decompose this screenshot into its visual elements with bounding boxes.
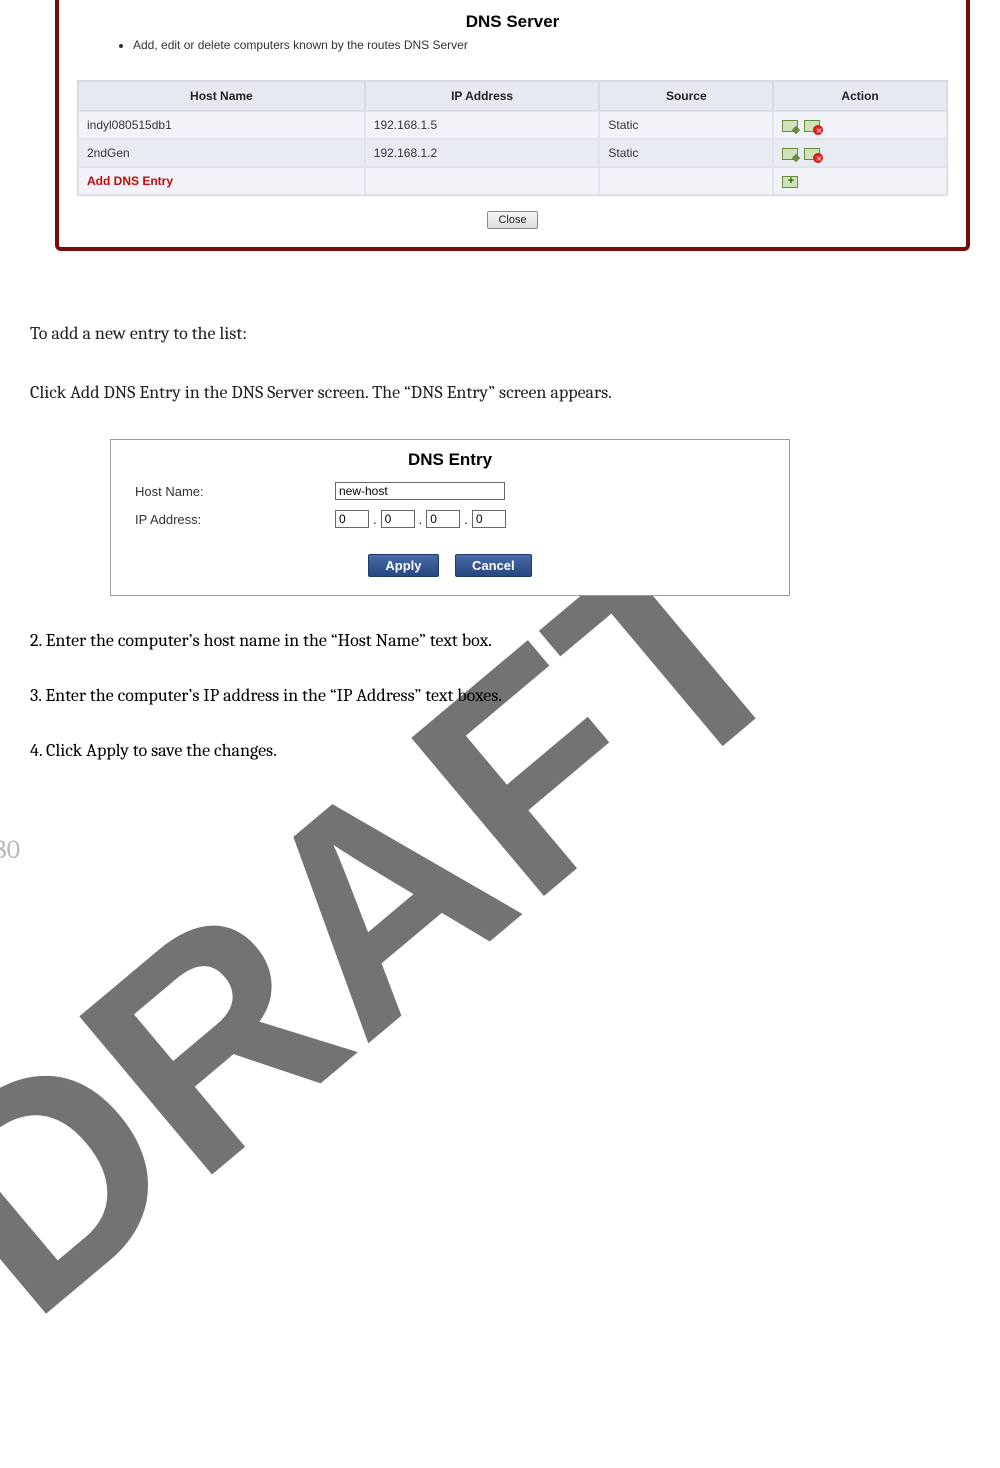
col-source: Source <box>599 81 773 111</box>
doc-step-2: 2. Enter the computer’s host name in the… <box>30 630 970 651</box>
dns-entry-panel: DNS Entry Host Name: IP Address: ... App… <box>110 439 790 596</box>
dns-entry-title: DNS Entry <box>135 450 765 470</box>
col-action: Action <box>773 81 947 111</box>
apply-button[interactable]: Apply <box>368 554 438 577</box>
ip-octet-3[interactable] <box>426 510 460 528</box>
delete-icon[interactable] <box>804 120 820 132</box>
close-button[interactable]: Close <box>487 211 537 229</box>
table-row-add: Add DNS Entry <box>78 167 947 195</box>
dns-server-table: Host Name IP Address Source Action indyl… <box>77 80 948 196</box>
dns-server-panel: DNS Server Add, edit or delete computers… <box>55 0 970 251</box>
col-ip: IP Address <box>365 81 600 111</box>
ip-label: IP Address: <box>135 512 335 527</box>
add-icon[interactable] <box>782 176 798 188</box>
doc-step-3: 3. Enter the computer’s IP address in th… <box>30 685 970 706</box>
dns-server-title: DNS Server <box>77 12 948 32</box>
table-row: indyl080515db1 192.168.1.5 Static <box>78 111 947 139</box>
doc-click-line: Click Add DNS Entry in the DNS Server sc… <box>30 380 970 405</box>
ip-octet-4[interactable] <box>472 510 506 528</box>
ip-octet-1[interactable] <box>335 510 369 528</box>
page-number: 80 <box>0 835 20 865</box>
doc-step-4: 4. Click Apply to save the changes. <box>30 740 970 761</box>
doc-intro: To add a new entry to the list: <box>30 321 970 346</box>
hostname-input[interactable] <box>335 482 505 500</box>
edit-icon[interactable] <box>782 148 798 160</box>
add-dns-entry-link[interactable]: Add DNS Entry <box>87 174 173 188</box>
cancel-button[interactable]: Cancel <box>455 554 532 577</box>
ip-octet-2[interactable] <box>381 510 415 528</box>
dns-server-description: Add, edit or delete computers known by t… <box>117 38 948 52</box>
hostname-label: Host Name: <box>135 484 335 499</box>
edit-icon[interactable] <box>782 120 798 132</box>
col-hostname: Host Name <box>78 81 365 111</box>
delete-icon[interactable] <box>804 148 820 160</box>
table-row: 2ndGen 192.168.1.2 Static <box>78 139 947 167</box>
